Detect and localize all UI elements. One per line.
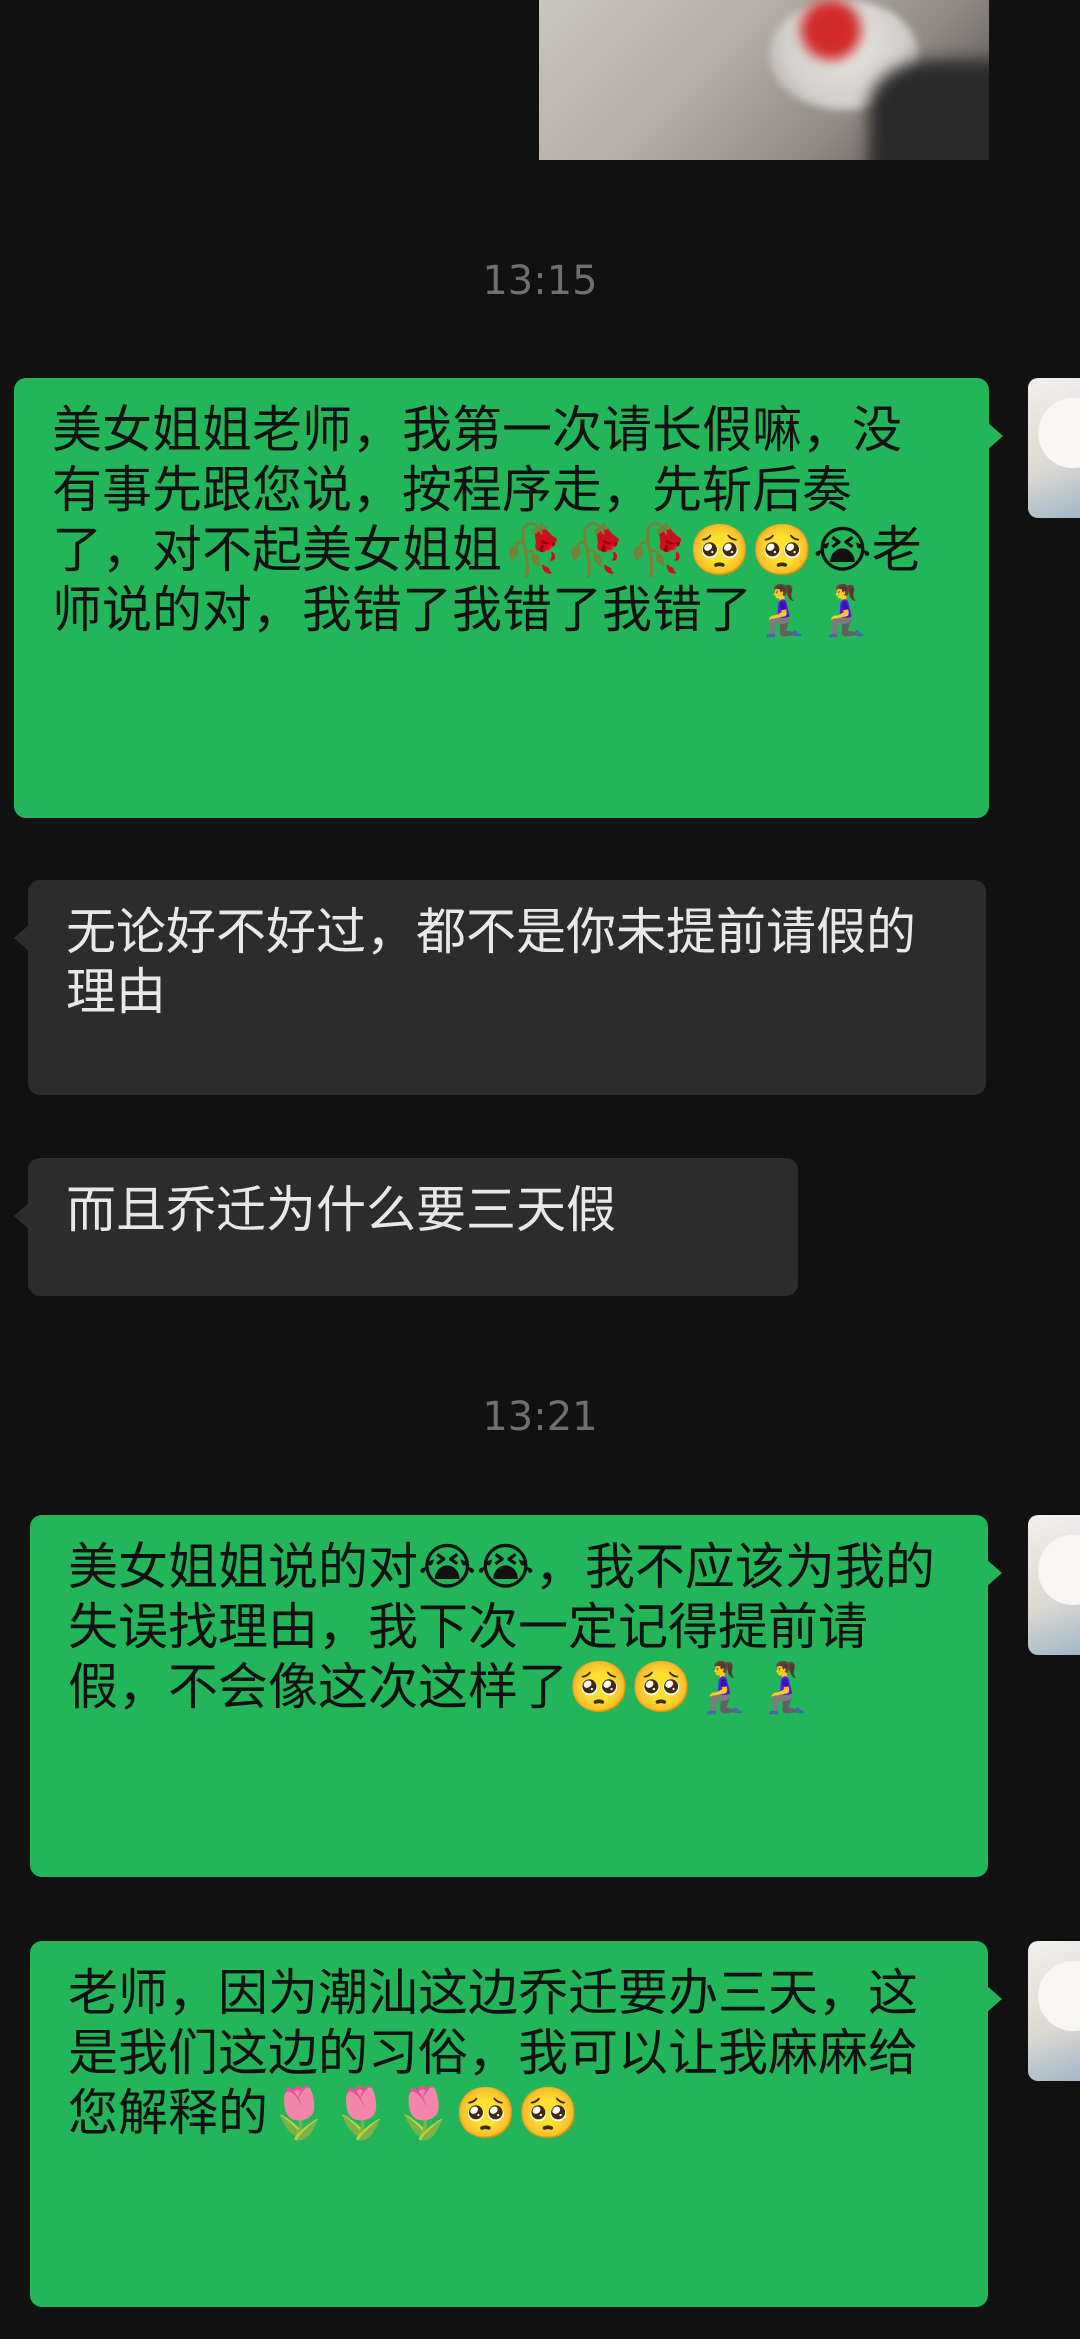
message-bubble-incoming[interactable]: 而且乔迁为什么要三天假 [14,1158,798,1296]
avatar[interactable] [1028,1515,1080,1655]
avatar-face [1038,398,1080,468]
shared-photo-thumbnail[interactable] [539,0,989,160]
avatar[interactable] [1028,1941,1080,2081]
timestamp: 13:15 [482,258,598,304]
message-bubble-outgoing[interactable]: 老师，因为潮汕这边乔迁要办三天，这是我们这边的习俗，我可以让我麻麻给您解释的🌷🌷… [30,1941,1002,2307]
avatar[interactable] [1028,378,1080,518]
photo-dark-area [869,60,989,160]
photo-red-object [801,0,861,60]
timestamp: 13:21 [482,1394,598,1440]
message-bubble-incoming[interactable]: 无论好不好过，都不是你未提前请假的理由 [14,880,986,1095]
message-bubble-outgoing[interactable]: 美女姐姐老师，我第一次请长假嘛，没有事先跟您说，按程序走，先斩后奏了，对不起美女… [14,378,1003,818]
avatar-face [1038,1535,1080,1605]
message-bubble-outgoing[interactable]: 美女姐姐说的对😭😭，我不应该为我的失误找理由，我下次一定记得提前请假，不会像这次… [30,1515,1002,1877]
avatar-face [1038,1961,1080,2031]
